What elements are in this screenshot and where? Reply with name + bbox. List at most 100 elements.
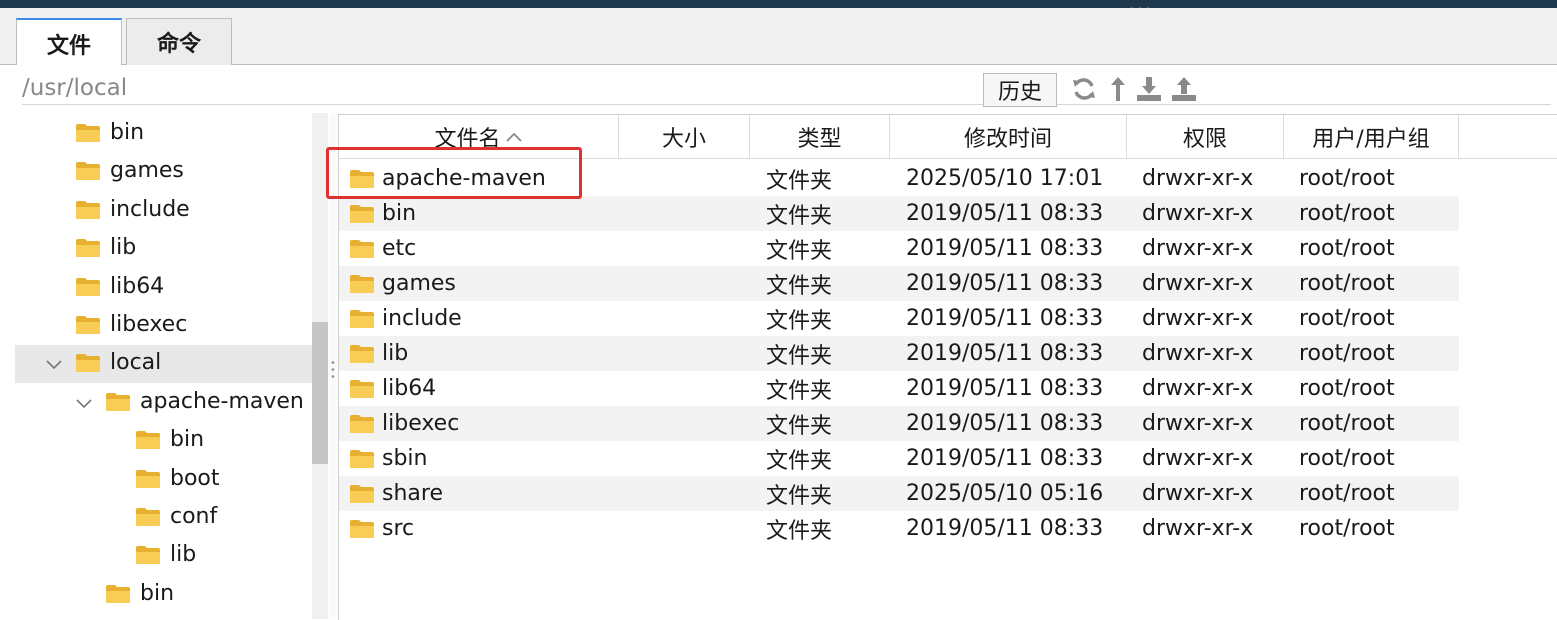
- cell-owner: root/root: [1299, 516, 1395, 541]
- cell-type: 文件夹: [766, 378, 833, 404]
- cell-owner: root/root: [1299, 446, 1395, 471]
- splitter-grip-icon[interactable]: • • •: [329, 359, 337, 383]
- cell-type: 文件夹: [766, 203, 833, 229]
- cell-name: lib: [349, 336, 408, 371]
- cell-perm: drwxr-xr-x: [1142, 516, 1254, 541]
- cell-perm: drwxr-xr-x: [1142, 306, 1254, 331]
- table-row[interactable]: sbin 文件夹 2019/05/11 08:33 drwxr-xr-x root/ro…: [339, 441, 1459, 476]
- folder-icon: [76, 200, 100, 219]
- cell-type: 文件夹: [766, 238, 833, 264]
- folder-icon: [136, 508, 160, 526]
- folder-icon: [350, 519, 374, 538]
- cell-modified: 2019/05/11 08:33: [906, 411, 1104, 436]
- cell-owner: root/root: [1299, 201, 1395, 226]
- upload-icon[interactable]: [1170, 75, 1198, 103]
- folder-icon: [76, 162, 100, 181]
- cell-name: etc: [349, 231, 416, 266]
- refresh-icon[interactable]: [1070, 75, 1098, 103]
- tree-item[interactable]: lib: [15, 230, 312, 268]
- tree-item-label: games: [110, 158, 184, 184]
- table-row[interactable]: share 文件夹 2025/05/10 05:16 drwxr-xr-x root/r…: [339, 476, 1459, 511]
- column-header-name[interactable]: 文件名: [339, 115, 619, 159]
- cell-name: apache-maven: [349, 161, 546, 196]
- tree-item[interactable]: libexec: [15, 307, 312, 345]
- table-row[interactable]: games 文件夹 2019/05/11 08:33 drwxr-xr-x root/r…: [339, 266, 1459, 301]
- chevron-down-icon[interactable]: [75, 396, 93, 410]
- folder-icon: [76, 354, 100, 373]
- history-button[interactable]: 历史: [983, 73, 1057, 107]
- table-row[interactable]: apache-maven 文件夹 2025/05/10 17:01 drwxr-xr-…: [339, 161, 1459, 196]
- cell-name: lib64: [349, 371, 436, 406]
- up-icon[interactable]: [1104, 75, 1132, 103]
- tree-item-label: lib64: [110, 273, 165, 299]
- cell-name-label: bin: [382, 201, 417, 226]
- cell-type: 文件夹: [766, 413, 833, 439]
- sort-ascending-icon: [505, 132, 522, 142]
- download-icon[interactable]: [1135, 75, 1163, 103]
- tree-scrollbar-thumb[interactable]: [312, 322, 328, 464]
- tree-item[interactable]: include: [15, 192, 312, 230]
- tree-item-label: local: [110, 350, 162, 376]
- table-row[interactable]: etc 文件夹 2019/05/11 08:33 drwxr-xr-x root/roo…: [339, 231, 1459, 266]
- cell-perm: drwxr-xr-x: [1142, 201, 1254, 226]
- cell-modified: 2025/05/10 17:01: [906, 166, 1104, 191]
- cell-name: share: [349, 476, 443, 511]
- cell-modified: 2019/05/11 08:33: [906, 446, 1104, 471]
- tree-item-label: lib: [170, 542, 197, 568]
- cell-name-label: include: [382, 306, 462, 331]
- column-header-name-label: 文件名: [434, 126, 501, 152]
- cell-type: 文件夹: [766, 483, 833, 509]
- cell-modified: 2019/05/11 08:33: [906, 271, 1104, 296]
- table-row[interactable]: lib64 文件夹 2019/05/11 08:33 drwxr-xr-x root/r…: [339, 371, 1459, 406]
- tree-item[interactable]: bin: [15, 115, 312, 153]
- directory-tree: bin games include lib lib64 libexec local apach…: [15, 113, 312, 619]
- cell-name-label: games: [382, 271, 456, 296]
- column-header-type[interactable]: 类型: [750, 115, 890, 159]
- cell-modified: 2019/05/11 08:33: [906, 306, 1104, 331]
- column-header-owner[interactable]: 用户/用户组: [1284, 115, 1459, 159]
- chevron-down-icon[interactable]: [45, 357, 63, 371]
- cell-name-label: libexec: [382, 411, 460, 436]
- folder-icon: [106, 392, 130, 411]
- cell-perm: drwxr-xr-x: [1142, 341, 1254, 366]
- tree-item[interactable]: lib: [15, 537, 312, 575]
- table-row[interactable]: include 文件夹 2019/05/11 08:33 drwxr-xr-x root…: [339, 301, 1459, 336]
- folder-icon: [350, 484, 374, 503]
- column-header-filler: [1459, 115, 1557, 159]
- tree-item[interactable]: bin: [15, 576, 312, 614]
- table-row[interactable]: libexec 文件夹 2019/05/11 08:33 drwxr-xr-x root…: [339, 406, 1459, 441]
- tree-item[interactable]: local: [15, 345, 312, 384]
- table-row[interactable]: lib 文件夹 2019/05/11 08:33 drwxr-xr-x root/roo…: [339, 336, 1459, 371]
- column-header-permissions[interactable]: 权限: [1127, 115, 1284, 159]
- tree-item[interactable]: games: [15, 153, 312, 191]
- tree-item[interactable]: apache-maven: [15, 384, 312, 422]
- cell-owner: root/root: [1299, 236, 1395, 261]
- folder-icon: [350, 449, 374, 468]
- tree-item[interactable]: lib64: [15, 269, 312, 307]
- cell-name: src: [349, 511, 414, 546]
- cell-owner: root/root: [1299, 341, 1395, 366]
- cell-type: 文件夹: [766, 273, 833, 299]
- table-row[interactable]: src 文件夹 2019/05/11 08:33 drwxr-xr-x root/roo…: [339, 511, 1459, 546]
- folder-icon: [136, 469, 160, 488]
- cell-perm: drwxr-xr-x: [1142, 446, 1254, 471]
- folder-icon: [106, 584, 130, 603]
- folder-icon: [350, 204, 374, 223]
- cell-owner: root/root: [1299, 166, 1395, 191]
- tree-item[interactable]: bin: [15, 422, 312, 460]
- tab-files[interactable]: 文件: [16, 18, 122, 67]
- column-header-size[interactable]: 大小: [619, 115, 750, 159]
- path-input[interactable]: /usr/local: [22, 75, 127, 101]
- folder-icon: [350, 239, 374, 258]
- tab-commands[interactable]: 命令: [126, 18, 232, 65]
- tree-item[interactable]: conf: [15, 499, 312, 537]
- folder-icon: [350, 344, 374, 363]
- path-bar: /usr/local 历史: [0, 65, 1557, 113]
- folder-icon: [350, 379, 374, 398]
- cell-name-label: src: [382, 516, 415, 541]
- folder-icon: [76, 316, 100, 334]
- tree-item[interactable]: boot: [15, 461, 312, 499]
- table-row[interactable]: bin 文件夹 2019/05/11 08:33 drwxr-xr-x root/roo…: [339, 196, 1459, 231]
- column-header-modified[interactable]: 修改时间: [890, 115, 1127, 159]
- tree-item-label: lib: [110, 235, 137, 261]
